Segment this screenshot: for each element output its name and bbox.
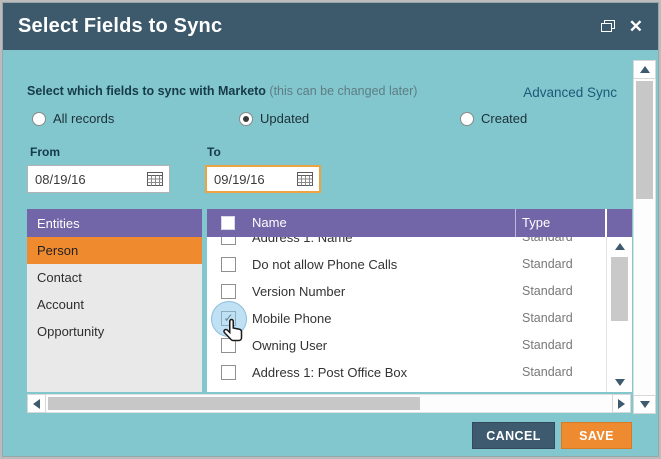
scroll-down-button[interactable] [633, 395, 656, 414]
from-date-field [27, 165, 170, 193]
field-name: Version Number [252, 278, 345, 305]
instructions-text: Select which fields to sync with Marketo… [27, 84, 527, 98]
field-type: Standard [522, 332, 573, 359]
horizontal-scrollbar[interactable] [27, 394, 631, 413]
row-checkbox[interactable] [221, 338, 236, 353]
updated-label: Updated [260, 111, 309, 126]
scroll-up-button[interactable] [633, 60, 656, 79]
record-filter-options: All records Updated Created [32, 111, 619, 129]
scrollbar-track[interactable] [46, 394, 612, 413]
scroll-up-icon [640, 66, 650, 73]
fields-table-header: Name Type [207, 209, 632, 237]
save-button[interactable]: SAVE [561, 422, 632, 449]
dialog-titlebar: Select Fields to Sync ✕ [3, 3, 658, 50]
column-divider [515, 209, 516, 237]
to-date-input[interactable] [207, 172, 297, 187]
scrollbar-thumb[interactable] [48, 397, 420, 410]
table-row: Address 1: Post Office Box Standard [207, 359, 606, 386]
scrollbar-thumb[interactable] [636, 81, 653, 199]
type-column-header: Type [522, 209, 550, 237]
scrollbar-track[interactable] [633, 79, 656, 395]
scroll-down-icon[interactable] [615, 379, 625, 386]
entities-panel: Entities PersonContactAccountOpportunity [27, 209, 202, 392]
field-name: Address 1: Name [252, 237, 352, 251]
updated-radio[interactable] [239, 112, 253, 126]
cancel-button[interactable]: CANCEL [472, 422, 555, 449]
field-type: Standard [522, 237, 573, 251]
dialog-title: Select Fields to Sync [18, 15, 222, 38]
entity-item-contact[interactable]: Contact [27, 264, 202, 291]
scroll-right-button[interactable] [612, 394, 631, 413]
row-checkbox[interactable] [221, 284, 236, 299]
name-column-header: Name [252, 209, 287, 237]
field-name: Do not allow Phone Calls [252, 251, 397, 278]
scroll-left-button[interactable] [27, 394, 46, 413]
dialog-vertical-scrollbar[interactable] [633, 60, 656, 414]
table-row: Version Number Standard [207, 278, 606, 305]
instructions-lead: Select which fields to sync with Marketo [27, 84, 266, 98]
column-divider [605, 209, 607, 237]
advanced-sync-link[interactable]: Advanced Sync [523, 85, 617, 100]
entity-item-opportunity[interactable]: Opportunity [27, 318, 202, 345]
row-checkbox[interactable] [221, 237, 236, 245]
row-checkbox[interactable]: ✓ [221, 311, 236, 326]
select-all-checkbox[interactable] [221, 216, 235, 230]
fields-table: Name Type Address 1: NameStandardDo not … [207, 209, 632, 392]
fields-table-body: Address 1: NameStandardDo not allow Phon… [207, 237, 606, 392]
from-label: From [30, 145, 60, 159]
scroll-left-icon [33, 399, 40, 409]
scroll-up-icon[interactable] [615, 243, 625, 250]
from-date-input[interactable] [28, 172, 147, 187]
row-checkbox[interactable] [221, 257, 236, 272]
table-row: Address 1: Name Standard [207, 237, 606, 251]
all-records-radio[interactable] [32, 112, 46, 126]
restore-window-icon[interactable] [601, 20, 615, 33]
table-row: ✓ Mobile Phone Standard [207, 305, 606, 332]
field-type: Standard [522, 359, 573, 386]
entities-list: PersonContactAccountOpportunity [27, 237, 202, 345]
entities-header: Entities [27, 209, 202, 237]
scrollbar-thumb[interactable] [611, 257, 628, 321]
table-row: Do not allow Phone Calls Standard [207, 251, 606, 278]
to-label: To [207, 145, 221, 159]
field-name: Owning User [252, 332, 327, 359]
radio-option-updated: Updated [239, 111, 309, 126]
all-records-label: All records [53, 111, 114, 126]
instructions-note: (this can be changed later) [266, 84, 417, 98]
field-name: Address 1: Post Office Box [252, 359, 407, 386]
calendar-icon[interactable] [147, 171, 164, 187]
field-type: Standard [522, 305, 573, 332]
entity-item-account[interactable]: Account [27, 291, 202, 318]
table-row: Owning User Standard [207, 332, 606, 359]
field-type: Standard [522, 278, 573, 305]
select-fields-to-sync-dialog: Select Fields to Sync ✕ Select which fie… [0, 0, 661, 459]
scroll-down-icon [640, 401, 650, 408]
scroll-right-icon [618, 399, 625, 409]
table-vertical-scrollbar[interactable] [606, 237, 632, 392]
field-name: Mobile Phone [252, 305, 332, 332]
radio-option-all-records: All records [32, 111, 114, 126]
entity-item-person[interactable]: Person [27, 237, 202, 264]
field-type: Standard [522, 251, 573, 278]
close-icon[interactable]: ✕ [629, 18, 643, 35]
to-date-field [205, 165, 321, 193]
created-radio[interactable] [460, 112, 474, 126]
radio-option-created: Created [460, 111, 527, 126]
calendar-icon[interactable] [297, 171, 314, 187]
row-checkbox[interactable] [221, 365, 236, 380]
created-label: Created [481, 111, 527, 126]
